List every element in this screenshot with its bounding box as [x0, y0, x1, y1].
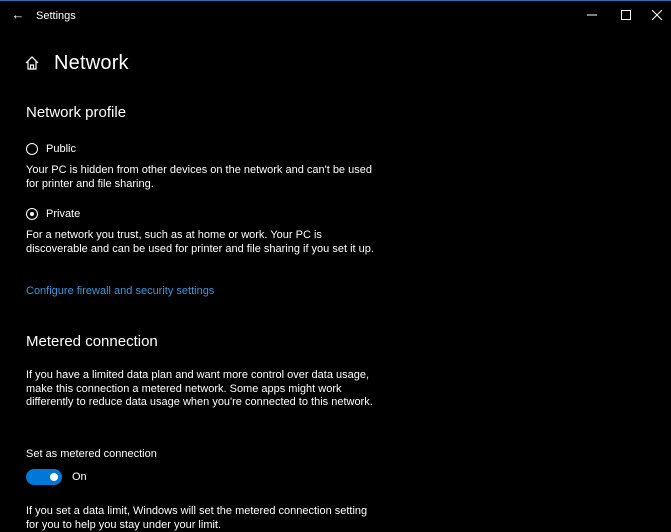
metered-toggle-state: On [72, 471, 87, 483]
public-radio-circle[interactable] [26, 143, 38, 155]
public-radio-label: Public [46, 143, 76, 155]
maximize-button[interactable] [614, 5, 638, 25]
maximize-icon [621, 10, 631, 20]
toggle-knob [50, 473, 58, 481]
private-description: For a network you trust, such as at home… [26, 229, 374, 255]
app-title: Settings [36, 10, 76, 22]
home-icon [24, 54, 42, 72]
private-radio-label: Private [46, 208, 81, 220]
metered-description: If you have a limited data plan and want… [26, 369, 373, 408]
private-radio[interactable]: Private [26, 206, 80, 222]
metered-toggle-label: Set as metered connection [26, 448, 157, 460]
private-radio-circle[interactable] [26, 208, 38, 220]
public-radio[interactable]: Public [26, 141, 76, 157]
firewall-settings-link[interactable]: Configure firewall and security settings [26, 285, 214, 297]
metered-toggle-switch[interactable] [26, 469, 62, 485]
page-title: Network [54, 51, 129, 74]
minimize-icon [587, 14, 597, 16]
network-profile-heading: Network profile [26, 104, 127, 121]
title-bar: ← Settings [0, 1, 671, 31]
page-header: Network [24, 50, 129, 76]
close-button[interactable] [645, 5, 669, 25]
minimize-button[interactable] [580, 5, 604, 25]
back-arrow-icon[interactable]: ← [10, 7, 26, 23]
public-description: Your PC is hidden from other devices on … [26, 164, 372, 190]
close-icon [652, 10, 662, 20]
metered-connection-heading: Metered connection [26, 333, 158, 350]
metered-toggle-row: On [26, 469, 87, 485]
